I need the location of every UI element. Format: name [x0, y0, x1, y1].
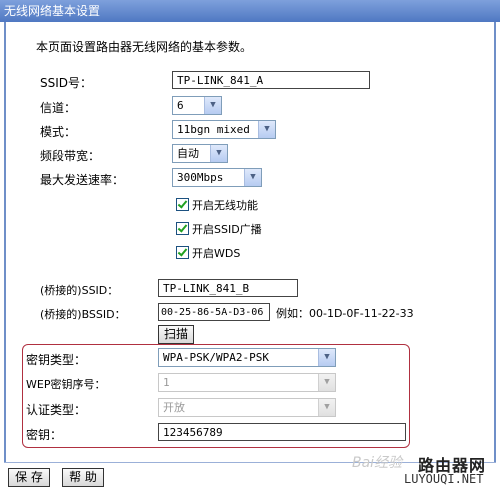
checkbox-wds[interactable]: 开启WDS — [176, 245, 240, 261]
scan-button[interactable]: 扫描 — [158, 325, 194, 344]
key-label: 密钥： — [26, 428, 63, 442]
brand-url-watermark: LUYOUQI.NET — [404, 472, 484, 486]
mode-label: 模式： — [40, 125, 77, 139]
checkbox-label: 开启WDS — [192, 247, 241, 260]
max-rate-label: 最大发送速率： — [40, 173, 125, 187]
auth-type-label: 认证类型： — [26, 403, 87, 417]
channel-select[interactable]: 6 ▼ — [172, 96, 222, 115]
checkbox-wireless-enable[interactable]: 开启无线功能 — [176, 197, 258, 213]
chevron-down-icon: ▼ — [318, 349, 335, 366]
chevron-down-icon: ▼ — [210, 145, 227, 162]
auth-type-value: 开放 — [163, 401, 185, 414]
bridge-bssid-label: (桥接的)BSSID： — [40, 308, 126, 321]
page-description: 本页面设置路由器无线网络的基本参数。 — [36, 40, 253, 54]
chevron-down-icon: ▼ — [244, 169, 261, 186]
bridge-ssid-label: (桥接的)SSID： — [40, 284, 119, 297]
channel-value: 6 — [177, 99, 184, 112]
mode-value: 11bgn mixed — [177, 123, 250, 136]
ssid-label: SSID号： — [40, 76, 93, 90]
bridge-bssid-input[interactable]: 00-25-86-5A-D3-06 — [158, 303, 270, 321]
checkbox-label: 开启SSID广播 — [192, 223, 262, 236]
wep-index-value: 1 — [163, 376, 170, 389]
key-type-value: WPA-PSK/WPA2-PSK — [163, 351, 269, 364]
chevron-down-icon: ▼ — [318, 374, 335, 391]
chevron-down-icon: ▼ — [204, 97, 221, 114]
mode-select[interactable]: 11bgn mixed ▼ — [172, 120, 276, 139]
window-title: 无线网络基本设置 — [0, 0, 500, 22]
bandwidth-value: 自动 — [177, 147, 199, 160]
key-type-label: 密钥类型： — [26, 353, 87, 367]
ssid-input[interactable]: TP-LINK_841_A — [172, 71, 370, 89]
bandwidth-select[interactable]: 自动 ▼ — [172, 144, 228, 163]
bssid-example: 例如：00-1D-0F-11-22-33 — [276, 307, 414, 320]
bridge-ssid-input[interactable]: TP-LINK_841_B — [158, 279, 298, 297]
bandwidth-label: 频段带宽： — [40, 149, 101, 163]
max-rate-value: 300Mbps — [177, 171, 224, 184]
auth-type-select[interactable]: 开放 ▼ — [158, 398, 336, 417]
checkbox-ssid-broadcast[interactable]: 开启SSID广播 — [176, 221, 262, 237]
key-input[interactable]: 123456789 — [158, 423, 406, 441]
save-button[interactable]: 保 存 — [8, 468, 50, 487]
help-button[interactable]: 帮 助 — [62, 468, 104, 487]
channel-label: 信道： — [40, 101, 77, 115]
checkbox-checked-icon[interactable] — [176, 222, 189, 235]
wep-index-select[interactable]: 1 ▼ — [158, 373, 336, 392]
chevron-down-icon: ▼ — [318, 399, 335, 416]
checkbox-label: 开启无线功能 — [192, 199, 258, 212]
key-type-select[interactable]: WPA-PSK/WPA2-PSK ▼ — [158, 348, 336, 367]
baidu-watermark: Bai经验 — [352, 455, 403, 471]
chevron-down-icon: ▼ — [258, 121, 275, 138]
max-rate-select[interactable]: 300Mbps ▼ — [172, 168, 262, 187]
wep-index-label: WEP密钥序号： — [26, 378, 106, 391]
checkbox-checked-icon[interactable] — [176, 198, 189, 211]
checkbox-checked-icon[interactable] — [176, 246, 189, 259]
